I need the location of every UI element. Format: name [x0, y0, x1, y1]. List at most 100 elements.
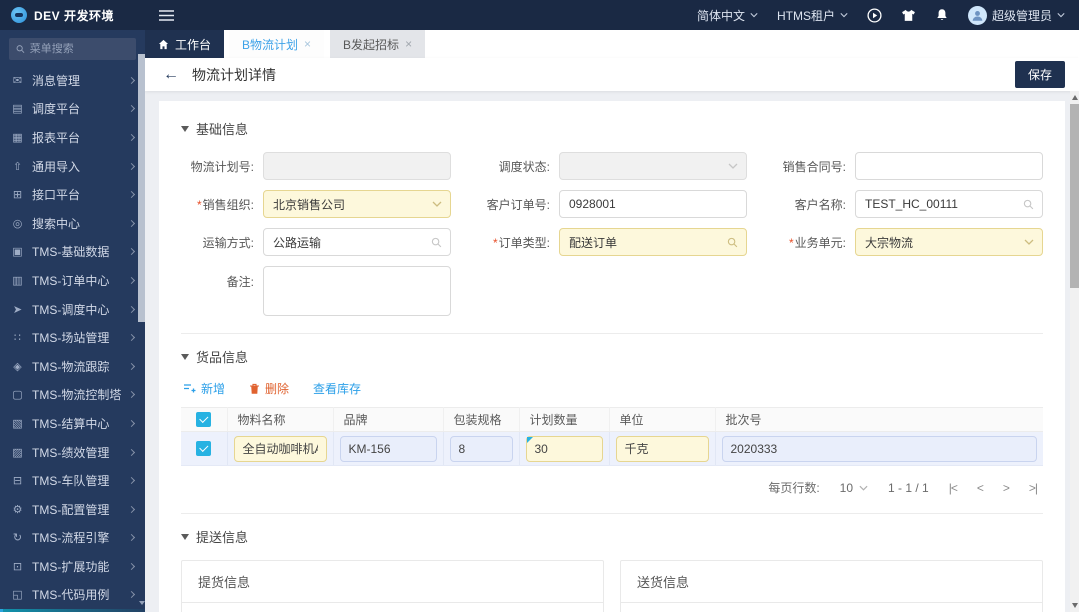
tab-bar: 工作台 B物流计划 × B发起招标 × — [145, 30, 1079, 58]
search-icon[interactable] — [727, 237, 738, 248]
search-icon — [16, 45, 25, 53]
menu-collapse-icon[interactable] — [155, 6, 178, 25]
sidebar-item-tms-order-center[interactable]: ▥ TMS-订单中心 — [0, 266, 145, 295]
guide-play-icon[interactable] — [867, 7, 882, 23]
chevron-right-icon — [127, 248, 136, 256]
tab-logistics-plan[interactable]: B物流计划 × — [229, 30, 325, 58]
collapse-caret-icon[interactable] — [181, 125, 189, 132]
prev-page-button[interactable]: < — [977, 481, 984, 495]
field-sales-contract: 销售合同号: — [773, 152, 1043, 180]
plan-qty-input[interactable] — [525, 435, 603, 462]
search-icon[interactable] — [431, 237, 442, 248]
sidebar-item-tms-config[interactable]: ⚙ TMS-配置管理 — [0, 495, 145, 524]
field-plan-no: 物流计划号: — [181, 152, 451, 180]
main-scrollbar-thumb[interactable] — [1070, 104, 1079, 288]
delete-row-button[interactable]: 删除 — [249, 380, 289, 397]
collapse-caret-icon[interactable] — [181, 533, 189, 540]
menu-search-box[interactable] — [9, 38, 136, 60]
back-arrow-icon[interactable]: ← — [163, 66, 179, 83]
tenant-selector[interactable]: HTMS租户 — [777, 7, 848, 24]
next-page-button[interactable]: > — [1003, 481, 1010, 495]
sidebar-item-message-center[interactable]: ✉ 消息管理 — [0, 66, 145, 95]
fleet-icon: ⊟ — [12, 475, 23, 488]
sidebar-item-interface-platform[interactable]: ⊞ 接口平台 — [0, 180, 145, 209]
scroll-down-arrow[interactable] — [1071, 603, 1078, 608]
remark-textarea[interactable] — [263, 266, 451, 316]
chevron-down-icon[interactable] — [432, 201, 442, 207]
col-pack: 包装规格 — [443, 407, 520, 432]
row-checkbox[interactable] — [196, 441, 212, 457]
basic-form: 物流计划号: 调度状态: 销售合同号: * 销售组织: 北京销售公司 客户订单号… — [181, 152, 1043, 316]
main-scrollbar[interactable] — [1070, 91, 1079, 612]
brand: DEV 开发环境 — [0, 7, 145, 24]
unit-input[interactable] — [615, 435, 709, 462]
sidebar-item-tms-extension[interactable]: ⊡ TMS-扩展功能 — [0, 552, 145, 581]
field-dispatch-status: 调度状态: — [477, 152, 747, 180]
chevron-down-icon — [859, 485, 868, 491]
pack-spec-input[interactable] — [449, 435, 513, 462]
close-icon[interactable]: × — [304, 38, 311, 50]
collapse-caret-icon[interactable] — [181, 353, 189, 360]
sales-org-select[interactable] — [263, 190, 451, 218]
select-all-checkbox[interactable] — [196, 412, 212, 428]
extension-icon: ⊡ — [12, 560, 23, 573]
customer-name-lookup[interactable] — [855, 190, 1043, 218]
sidebar-item-tms-dispatch-center[interactable]: ➤ TMS-调度中心 — [0, 295, 145, 324]
last-page-button[interactable]: >| — [1029, 481, 1038, 495]
theme-shirt-icon[interactable] — [901, 9, 916, 22]
import-icon: ⇧ — [12, 160, 23, 173]
tab-initiate-tender[interactable]: B发起招标 × — [330, 30, 426, 58]
avatar — [967, 5, 987, 25]
page-size-select[interactable]: 10 — [840, 481, 868, 495]
customer-order-input[interactable] — [559, 190, 747, 218]
chevron-down-icon[interactable] — [1024, 239, 1034, 245]
chevron-right-icon — [127, 419, 136, 427]
transport-mode-lookup[interactable] — [263, 228, 451, 256]
brand-input[interactable] — [339, 435, 437, 462]
user-menu[interactable]: 超级管理员 — [967, 5, 1065, 25]
sidebar-item-general-import[interactable]: ⇧ 通用导入 — [0, 152, 145, 181]
sidebar-menu: ✉ 消息管理 ▤ 调度平台 ▦ 报表平台 ⇧ 通用导入 ⊞ 接口平台 ◎ 搜索中心 ▣ TMS… — [0, 66, 145, 612]
sidebar-item-report-platform[interactable]: ▦ 报表平台 — [0, 123, 145, 152]
view-stock-button[interactable]: 查看库存 — [313, 380, 361, 397]
goods-header-row: 物料名称 品牌 包装规格 计划数量 单位 批次号 — [181, 407, 1043, 432]
sidebar-item-search-center[interactable]: ◎ 搜索中心 — [0, 209, 145, 238]
section-basic-info: 基础信息 — [181, 119, 1043, 138]
order-center-icon: ▥ — [12, 274, 23, 287]
chevron-right-icon — [127, 219, 136, 227]
sidebar-item-tms-fleet[interactable]: ⊟ TMS-车队管理 — [0, 466, 145, 495]
first-page-button[interactable]: |< — [949, 481, 958, 495]
language-selector[interactable]: 简体中文 — [697, 7, 758, 24]
sales-contract-input[interactable] — [855, 152, 1043, 180]
sidebar-item-tms-performance[interactable]: ▨ TMS-绩效管理 — [0, 438, 145, 467]
page-header: ← 物流计划详情 保存 — [145, 58, 1079, 91]
add-row-button[interactable]: 新增 — [183, 380, 225, 397]
sidebar-item-dispatch-platform[interactable]: ▤ 调度平台 — [0, 95, 145, 124]
batch-no-input[interactable] — [721, 435, 1037, 462]
business-unit-select[interactable] — [855, 228, 1043, 256]
sidebar-item-tms-tracking[interactable]: ◈ TMS-物流跟踪 — [0, 352, 145, 381]
sidebar-item-tms-control-tower[interactable]: ▢ TMS-物流控制塔 — [0, 381, 145, 410]
menu-search-input[interactable] — [29, 43, 129, 55]
sidebar-item-tms-settlement[interactable]: ▧ TMS-结算中心 — [0, 409, 145, 438]
close-icon[interactable]: × — [405, 38, 412, 50]
sidebar-item-tms-code-sample[interactable]: ◱ TMS-代码用例 — [0, 581, 145, 610]
tab-workbench[interactable]: 工作台 — [145, 30, 225, 58]
notification-bell-icon[interactable] — [935, 8, 949, 22]
page-title: 物流计划详情 — [192, 66, 276, 83]
search-icon[interactable] — [1023, 199, 1034, 210]
chevron-right-icon — [127, 591, 136, 599]
sidebar-scrollbar-thumb[interactable] — [138, 54, 145, 322]
material-name-input[interactable] — [233, 435, 327, 462]
order-type-lookup[interactable] — [559, 228, 747, 256]
sidebar-scroll-down-arrow[interactable] — [138, 600, 145, 608]
sidebar-item-tms-workflow[interactable]: ↻ TMS-流程引擎 — [0, 524, 145, 553]
tenant-label: HTMS租户 — [776, 8, 835, 23]
save-button[interactable]: 保存 — [1014, 61, 1065, 88]
sidebar-item-tms-station-mgmt[interactable]: ∷ TMS-场站管理 — [0, 323, 145, 352]
search-center-icon: ◎ — [12, 217, 23, 230]
field-customer-order: 客户订单号: — [477, 190, 747, 218]
section-goods-info: 货品信息 — [181, 347, 1043, 366]
scroll-up-arrow[interactable] — [1071, 95, 1078, 100]
sidebar-item-tms-base-data[interactable]: ▣ TMS-基础数据 — [0, 238, 145, 267]
